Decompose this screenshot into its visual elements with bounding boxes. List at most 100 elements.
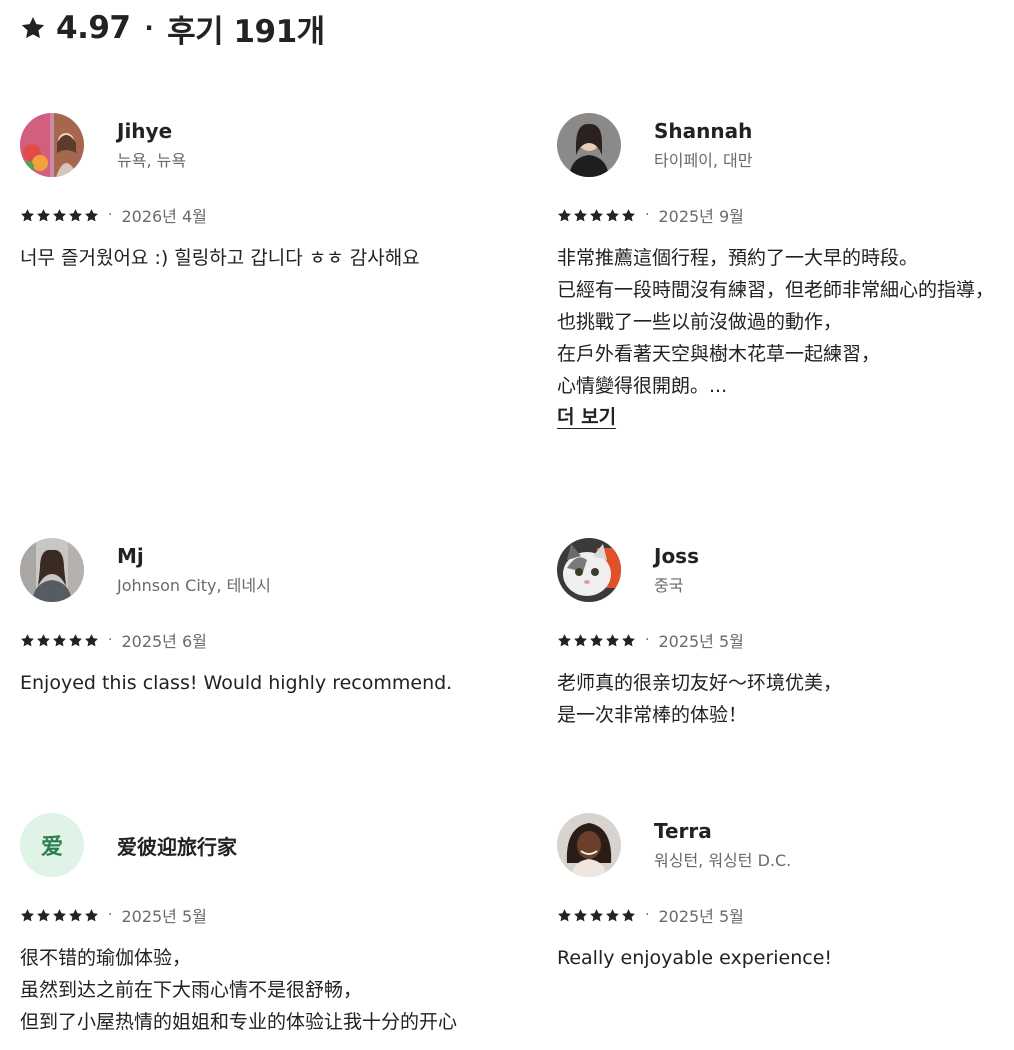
star-icon [53,633,66,646]
reviewer-name: Shannah [654,119,753,143]
review-author: Terra 워싱턴, 워싱턴 D.C. [557,813,1014,877]
star-icon [574,908,587,921]
review-card: Joss 중국 · 2025년 5월 老师真的很亲切友好～环境优美， 是一次非常… [557,538,1014,731]
review-author: 爱 爱彼迎旅行家 [20,813,480,877]
star-icon [606,208,619,221]
meta-separator: · [645,207,650,223]
reviewer-name: Joss [654,544,699,568]
star-icon [85,208,98,221]
review-count: 후기 191개 [167,13,325,50]
star-icon [606,633,619,646]
review-card: 爱 爱彼迎旅行家 · 2025년 5월 很不错的瑜伽体验， 虽然到达之前在下大雨… [20,813,480,1038]
star-icon [37,633,50,646]
review-text: 很不错的瑜伽体验， 虽然到达之前在下大雨心情不是很舒畅， 但到了小屋热情的姐姐和… [20,947,458,1033]
reviewer-name: Mj [117,544,144,568]
star-icon [622,208,635,221]
star-icon [53,908,66,921]
reviewer-name: Terra [654,819,712,843]
star-icon [21,16,45,39]
rating-summary: 4.97 · 후기 191개 [20,8,325,50]
review-meta: · 2025년 5월 [20,904,480,926]
star-icon [558,908,571,921]
review-date: 2025년 5월 [121,907,207,926]
review-date: 2025년 5월 [658,907,744,926]
star-icon [37,908,50,921]
avatar[interactable] [20,538,84,602]
star-icon [590,633,603,646]
star-rating [557,208,636,223]
review-author: Joss 중국 [557,538,1014,602]
meta-separator: · [108,907,113,923]
avatar-photo-icon [557,538,621,602]
avatar-initial: 爱 [40,835,63,860]
reviewer-location: 뉴욕, 뉴욕 [117,151,187,170]
avatar[interactable] [557,538,621,602]
star-rating [557,633,636,648]
star-icon [574,633,587,646]
review-date: 2025년 5월 [658,632,744,651]
avatar[interactable] [557,113,621,177]
star-rating [20,633,99,648]
star-icon [69,633,82,646]
review-meta: · 2025년 9월 [557,204,1014,226]
review-text: 너무 즐거웠어요 :) 힐링하고 갑니다 ㅎㅎ 감사해요 [20,247,420,269]
star-icon [558,208,571,221]
star-icon [590,908,603,921]
review-card: Shannah 타이페이, 대만 · 2025년 9월 非常推薦這個行程，預約了… [557,113,1014,432]
review-text: 非常推薦這個行程，預約了一大早的時段。 已經有一段時間沒有練習，但老師非常細心的… [557,247,995,397]
reviewer-name: 爱彼迎旅行家 [117,834,237,859]
show-more-link[interactable]: 더 보기 [557,402,616,432]
star-icon [21,908,34,921]
star-icon [69,908,82,921]
meta-separator: · [645,632,650,648]
review-card: Terra 워싱턴, 워싱턴 D.C. · 2025년 5월 Really en… [557,813,1014,974]
review-text: Enjoyed this class! Would highly recomme… [20,672,453,694]
star-icon [53,208,66,221]
star-icon [590,208,603,221]
star-icon [622,633,635,646]
avatar-photo-icon [20,538,84,602]
avatar[interactable] [557,813,621,877]
star-icon [558,633,571,646]
avatar[interactable] [20,113,84,177]
review-card: Mj Johnson City, 테네시 · 2025년 6월 Enjoyed … [20,538,480,699]
avatar[interactable]: 爱 [20,813,84,877]
review-text: 老师真的很亲切友好～环境优美， 是一次非常棒的体验！ [557,672,843,726]
star-icon [37,208,50,221]
star-icon [606,908,619,921]
review-meta: · 2026년 4월 [20,204,480,226]
reviewer-location: Johnson City, 테네시 [117,576,271,595]
reviewer-location: 워싱턴, 워싱턴 D.C. [654,851,792,870]
review-author: Jihye 뉴욕, 뉴욕 [20,113,480,177]
rating-value: 4.97 [56,10,131,46]
reviewer-location: 타이페이, 대만 [654,151,753,170]
star-icon [85,908,98,921]
meta-separator: · [108,207,113,223]
star-rating [20,908,99,923]
star-icon [69,208,82,221]
review-text: Really enjoyable experience! [557,947,833,969]
meta-separator: · [645,907,650,923]
star-icon [21,633,34,646]
review-author: Shannah 타이페이, 대만 [557,113,1014,177]
review-date: 2026년 4월 [121,207,207,226]
star-rating [20,208,99,223]
review-card: Jihye 뉴욕, 뉴욕 · 2026년 4월 너무 즐거웠어요 :) 힐링하고… [20,113,480,274]
review-meta: · 2025년 5월 [557,629,1014,651]
review-author: Mj Johnson City, 테네시 [20,538,480,602]
review-meta: · 2025년 6월 [20,629,480,651]
meta-separator: · [108,632,113,648]
review-date: 2025년 9월 [658,207,744,226]
reviewer-location: 중국 [654,576,684,595]
avatar-photo-icon [20,113,84,177]
review-meta: · 2025년 5월 [557,904,1014,926]
star-icon [574,208,587,221]
star-icon [85,633,98,646]
header-separator: · [144,14,154,42]
star-icon [21,208,34,221]
review-date: 2025년 6월 [121,632,207,651]
star-icon [622,908,635,921]
avatar-photo-icon [557,813,621,877]
reviewer-name: Jihye [117,119,173,143]
star-rating [557,908,636,923]
